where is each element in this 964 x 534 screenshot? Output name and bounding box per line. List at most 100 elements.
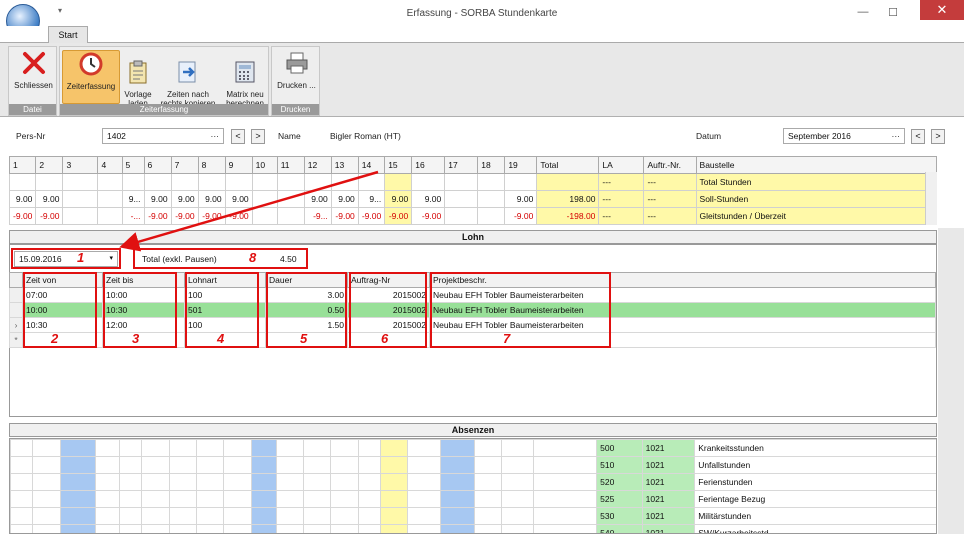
summary-cell[interactable] — [197, 173, 226, 191]
absenz-cell[interactable] — [303, 473, 332, 491]
absenz-cell[interactable] — [141, 490, 170, 508]
absenz-la[interactable]: 500 — [596, 439, 643, 457]
summary-cell[interactable] — [251, 207, 278, 225]
summary-cell[interactable] — [536, 173, 600, 191]
absenz-auftrag[interactable]: 1021 — [641, 524, 696, 533]
summary-cell[interactable]: 9... — [121, 190, 145, 208]
absenz-cell[interactable] — [32, 507, 61, 525]
absenz-la[interactable]: 520 — [596, 473, 643, 491]
absenz-cell[interactable] — [440, 524, 475, 533]
absenz-cell[interactable] — [303, 456, 332, 474]
absenz-cell[interactable] — [303, 490, 332, 508]
absenz-cell[interactable] — [119, 439, 143, 457]
absenz-cell[interactable] — [59, 473, 96, 491]
summary-cell[interactable] — [330, 173, 359, 191]
absenz-auftrag[interactable]: 1021 — [641, 456, 696, 474]
absenz-cell[interactable] — [119, 524, 143, 533]
absenz-cell[interactable] — [10, 473, 34, 491]
absenz-cell[interactable] — [59, 507, 96, 525]
absenz-cell[interactable] — [250, 524, 277, 533]
summary-col-header[interactable]: 9 — [224, 156, 253, 174]
summary-cell[interactable] — [477, 190, 506, 208]
pers-ellipsis-icon[interactable]: ··· — [211, 129, 220, 143]
absenz-cell[interactable] — [357, 473, 381, 491]
absenz-cell[interactable] — [473, 456, 503, 474]
absenz-cell[interactable] — [223, 490, 252, 508]
absenz-cell[interactable] — [250, 490, 277, 508]
absenz-cell[interactable] — [32, 473, 61, 491]
absenz-cell[interactable] — [473, 524, 503, 533]
summary-col-header[interactable]: 6 — [143, 156, 172, 174]
summary-cell[interactable] — [477, 207, 506, 225]
summary-cell[interactable]: 9.00 — [224, 190, 253, 208]
summary-cell[interactable]: --- — [598, 190, 645, 208]
summary-col-header[interactable]: 18 — [477, 156, 506, 174]
new-row-marker[interactable]: * — [9, 332, 23, 348]
absenz-cell[interactable] — [119, 473, 143, 491]
maximize-button[interactable]: ☐ — [882, 6, 904, 19]
absenz-cell[interactable] — [119, 507, 143, 525]
summary-col-header[interactable]: 4 — [97, 156, 123, 174]
datum-ellipsis-icon[interactable]: ··· — [892, 129, 901, 143]
summary-cell[interactable]: 9.00 — [504, 190, 538, 208]
absenz-row[interactable]: 540 1021 SW/Kurzarbeitsstd. — [10, 524, 936, 533]
summary-cell[interactable] — [97, 190, 123, 208]
summary-cell[interactable]: -9... — [303, 207, 332, 225]
absenz-cell[interactable] — [303, 507, 332, 525]
absenz-cell[interactable] — [357, 507, 381, 525]
absenz-cell[interactable] — [223, 456, 252, 474]
summary-cell[interactable] — [62, 173, 99, 191]
absenz-cell[interactable] — [168, 524, 197, 533]
summary-cell[interactable]: -9.00 — [411, 207, 446, 225]
absenz-cell[interactable] — [168, 473, 197, 491]
summary-cell[interactable] — [143, 173, 172, 191]
zeiterfassung-button[interactable]: Zeiterfassung — [62, 50, 120, 104]
summary-cell[interactable] — [35, 173, 64, 191]
absenz-cell[interactable] — [94, 439, 121, 457]
absenz-cell[interactable] — [330, 473, 359, 491]
absenz-cell[interactable] — [250, 456, 277, 474]
absenz-cell[interactable] — [440, 490, 475, 508]
absenz-auftrag[interactable]: 1021 — [641, 473, 696, 491]
absenz-cell[interactable] — [330, 490, 359, 508]
summary-cell[interactable] — [303, 173, 332, 191]
absenz-cell[interactable] — [379, 490, 409, 508]
absenz-cell[interactable] — [440, 507, 475, 525]
absenz-cell[interactable] — [533, 473, 598, 491]
summary-cell[interactable]: --- — [643, 173, 697, 191]
summary-col-header[interactable]: 16 — [411, 156, 446, 174]
summary-cell[interactable] — [357, 173, 386, 191]
summary-cell[interactable] — [411, 173, 446, 191]
row-selector[interactable]: › — [9, 317, 23, 333]
absenz-cell[interactable] — [94, 490, 121, 508]
absenz-cell[interactable] — [141, 439, 170, 457]
summary-cell[interactable] — [276, 207, 305, 225]
absenz-name[interactable]: Ferienstunden — [694, 473, 936, 491]
absenz-cell[interactable] — [59, 490, 96, 508]
summary-cell[interactable]: 9.00 — [8, 190, 37, 208]
absenz-cell[interactable] — [59, 456, 96, 474]
absenz-cell[interactable] — [379, 524, 409, 533]
absenz-cell[interactable] — [501, 456, 535, 474]
pers-next-button[interactable]: > — [251, 129, 265, 144]
absenz-cell[interactable] — [223, 473, 252, 491]
summary-cell[interactable]: -9.00 — [35, 207, 64, 225]
summary-cell[interactable]: -9.00 — [8, 207, 37, 225]
absenz-cell[interactable] — [223, 507, 252, 525]
summary-cell[interactable] — [97, 207, 123, 225]
absenz-cell[interactable] — [357, 439, 381, 457]
absenz-cell[interactable] — [473, 490, 503, 508]
absenz-cell[interactable] — [141, 456, 170, 474]
absenz-cell[interactable] — [533, 439, 598, 457]
summary-col-header[interactable]: 19 — [504, 156, 538, 174]
absenz-cell[interactable] — [379, 456, 409, 474]
row-selector[interactable] — [9, 302, 23, 318]
absenz-cell[interactable] — [168, 439, 197, 457]
absenz-cell[interactable] — [119, 456, 143, 474]
absenz-row[interactable]: 525 1021 Ferientage Bezug — [10, 490, 936, 508]
absenz-cell[interactable] — [533, 490, 598, 508]
summary-scrollbar[interactable] — [925, 172, 937, 225]
summary-cell[interactable]: -9.00 — [384, 207, 413, 225]
absenz-cell[interactable] — [141, 507, 170, 525]
summary-cell[interactable]: -9.00 — [504, 207, 538, 225]
